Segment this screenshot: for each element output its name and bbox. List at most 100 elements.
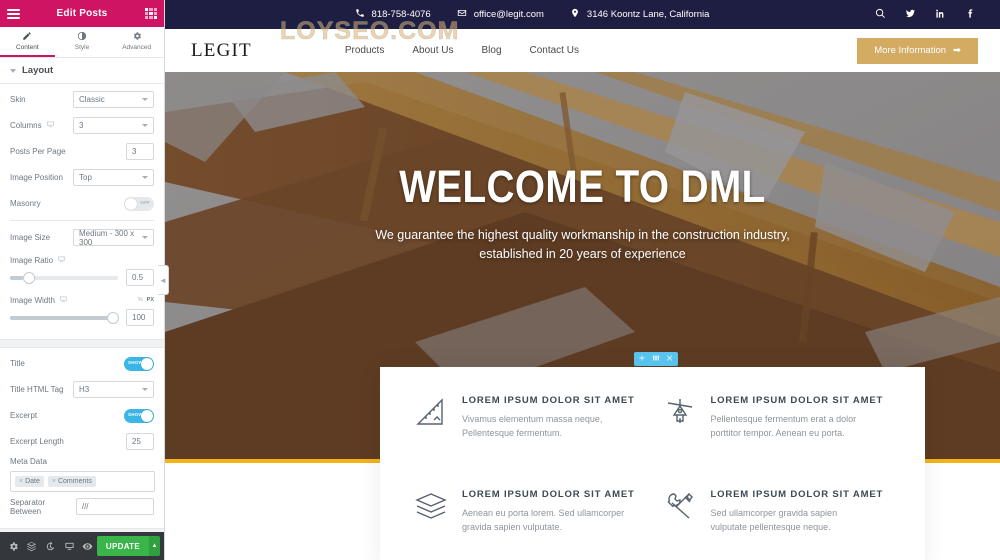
control-skin: Skin Classic bbox=[10, 89, 154, 110]
layers-stack-icon bbox=[414, 489, 448, 523]
control-image-width-label: Image Width bbox=[10, 295, 68, 306]
email-info[interactable]: office@legit.com bbox=[457, 8, 544, 21]
masonry-toggle[interactable]: OFF bbox=[124, 196, 154, 211]
meta-tag-comments[interactable]: × Comments bbox=[47, 476, 96, 487]
excerpt-length-input[interactable]: 25 bbox=[126, 433, 154, 450]
remove-tag-icon[interactable]: × bbox=[19, 478, 23, 485]
posts-per-page-input[interactable]: 3 bbox=[126, 143, 154, 160]
phone-icon bbox=[355, 8, 365, 21]
separator-between-input[interactable]: /// bbox=[75, 498, 154, 515]
desktop-icon[interactable] bbox=[59, 295, 68, 306]
feature-item[interactable]: LOREM IPSUM DOLOR SIT AMET Sed ullamcorp… bbox=[663, 489, 896, 557]
linkedin-icon[interactable] bbox=[935, 6, 946, 24]
fountain-pen-nib-icon bbox=[663, 395, 697, 429]
twitter-icon[interactable] bbox=[905, 6, 916, 24]
social-links-group bbox=[875, 6, 976, 24]
control-image-size-label: Image Size bbox=[10, 233, 51, 242]
feature-title: LOREM IPSUM DOLOR SIT AMET bbox=[462, 489, 635, 500]
hero-text-block: WELCOME TO DML We guarantee the highest … bbox=[165, 164, 1000, 265]
image-width-unit-switcher[interactable]: % PX bbox=[138, 297, 154, 303]
tab-style[interactable]: Style bbox=[55, 27, 110, 57]
panel-footer: UPDATE ▲ bbox=[0, 532, 164, 560]
more-information-button[interactable]: More Information ➡ bbox=[857, 37, 978, 64]
control-separator-between: Separator Between /// bbox=[10, 496, 154, 517]
excerpt-toggle[interactable]: SHOW bbox=[124, 408, 154, 423]
close-x-icon[interactable] bbox=[666, 354, 674, 364]
nav-link-products[interactable]: Products bbox=[345, 45, 384, 56]
image-position-select[interactable]: Top bbox=[73, 169, 154, 186]
feature-text: Pellentesque fermentum erat a dolor port… bbox=[711, 412, 884, 441]
update-button[interactable]: UPDATE bbox=[96, 536, 150, 556]
history-icon[interactable] bbox=[41, 532, 60, 560]
address-info[interactable]: 3146 Koontz Lane, California bbox=[570, 8, 710, 21]
panel-collapse-handle[interactable]: ◄ bbox=[158, 265, 169, 295]
remove-tag-icon[interactable]: × bbox=[52, 478, 56, 485]
wrench-screwdriver-icon bbox=[663, 489, 697, 523]
skin-select[interactable]: Classic bbox=[73, 91, 154, 108]
columns-select[interactable]: 3 bbox=[73, 117, 154, 134]
control-title-html-tag-label: Title HTML Tag bbox=[10, 385, 64, 394]
ruler-triangle-icon bbox=[414, 395, 448, 429]
feature-item[interactable]: LOREM IPSUM DOLOR SIT AMET Pellentesque … bbox=[663, 395, 896, 463]
feature-item[interactable]: LOREM IPSUM DOLOR SIT AMET Vivamus eleme… bbox=[414, 395, 647, 463]
unit-px[interactable]: PX bbox=[147, 297, 154, 303]
tab-advanced[interactable]: Advanced bbox=[109, 27, 164, 57]
desktop-icon[interactable] bbox=[57, 255, 66, 266]
street-address: 3146 Koontz Lane, California bbox=[586, 9, 710, 20]
meta-tag-date[interactable]: × Date bbox=[15, 476, 44, 487]
widgets-grid-icon[interactable] bbox=[145, 8, 157, 19]
feature-item[interactable]: LOREM IPSUM DOLOR SIT AMET Aenean eu por… bbox=[414, 489, 647, 557]
section-layout[interactable]: Layout bbox=[0, 58, 164, 84]
features-card: LOREM IPSUM DOLOR SIT AMET Vivamus eleme… bbox=[380, 367, 925, 560]
plus-icon[interactable] bbox=[638, 354, 646, 364]
image-width-input[interactable]: 100 bbox=[126, 309, 154, 326]
site-logo[interactable]: LEGIT bbox=[191, 40, 252, 62]
site-main-nav: LEGIT Products About Us Blog Contact Us … bbox=[165, 29, 1000, 72]
chevron-down-icon bbox=[142, 124, 148, 127]
desktop-icon[interactable] bbox=[46, 120, 55, 131]
title-html-tag-select[interactable]: H3 bbox=[73, 381, 154, 398]
website-preview: 818-758-4076 office@legit.com 3146 Koont… bbox=[165, 0, 1000, 560]
control-meta-data: Meta Data × Date × Comments bbox=[10, 457, 155, 492]
preview-eye-icon[interactable] bbox=[78, 532, 97, 560]
title-toggle[interactable]: SHOW bbox=[124, 356, 154, 371]
pencil-icon bbox=[22, 31, 32, 43]
facebook-icon[interactable] bbox=[965, 6, 976, 24]
elementor-section-toolbar[interactable] bbox=[634, 352, 678, 366]
image-ratio-slider[interactable] bbox=[10, 271, 118, 284]
phone-number: 818-758-4076 bbox=[371, 9, 431, 20]
unit-percent[interactable]: % bbox=[138, 297, 143, 303]
feature-text-line-1: Sed ullamcorper gravida sapien bbox=[710, 508, 838, 518]
search-icon[interactable] bbox=[875, 6, 886, 24]
settings-gear-icon[interactable] bbox=[4, 532, 23, 560]
responsive-mode-icon[interactable] bbox=[60, 532, 79, 560]
feature-text-line-2: gravida sapien vulputate. bbox=[462, 522, 563, 533]
control-masonry-label: Masonry bbox=[10, 199, 41, 208]
nav-link-blog[interactable]: Blog bbox=[481, 45, 501, 56]
feature-title: LOREM IPSUM DOLOR SIT AMET bbox=[710, 489, 884, 500]
nav-link-contact-us[interactable]: Contact Us bbox=[530, 45, 579, 56]
navigator-icon[interactable] bbox=[23, 532, 42, 560]
columns-icon[interactable] bbox=[652, 354, 660, 364]
control-columns: Columns 3 bbox=[10, 115, 154, 136]
phone-info[interactable]: 818-758-4076 bbox=[355, 8, 431, 21]
hamburger-menu-icon[interactable] bbox=[7, 8, 20, 19]
meta-data-tags[interactable]: × Date × Comments bbox=[10, 471, 155, 492]
chevron-down-icon bbox=[142, 176, 148, 179]
tab-content[interactable]: Content bbox=[0, 27, 55, 57]
image-ratio-input[interactable]: 0.5 bbox=[126, 269, 154, 286]
update-options-caret[interactable]: ▲ bbox=[149, 536, 160, 556]
title-html-tag-value: H3 bbox=[79, 385, 90, 394]
image-width-slider[interactable] bbox=[10, 311, 120, 324]
control-excerpt-length-label: Excerpt Length bbox=[10, 437, 64, 446]
control-excerpt-length: Excerpt Length 25 bbox=[10, 431, 154, 452]
image-position-value: Top bbox=[79, 173, 92, 182]
section-layout-label: Layout bbox=[22, 65, 54, 76]
tab-advanced-label: Advanced bbox=[122, 44, 152, 51]
nav-link-about-us[interactable]: About Us bbox=[412, 45, 453, 56]
layout-controls: Skin Classic Columns 3 Posts Per Page 3 … bbox=[0, 84, 164, 339]
contrast-circle-icon bbox=[77, 31, 87, 43]
feature-text-line-2: vulputate pellentesque neque. bbox=[710, 522, 831, 533]
image-size-select[interactable]: Medium - 300 x 300 bbox=[73, 229, 154, 247]
hero-subtitle: We guarantee the highest quality workman… bbox=[165, 226, 1000, 265]
